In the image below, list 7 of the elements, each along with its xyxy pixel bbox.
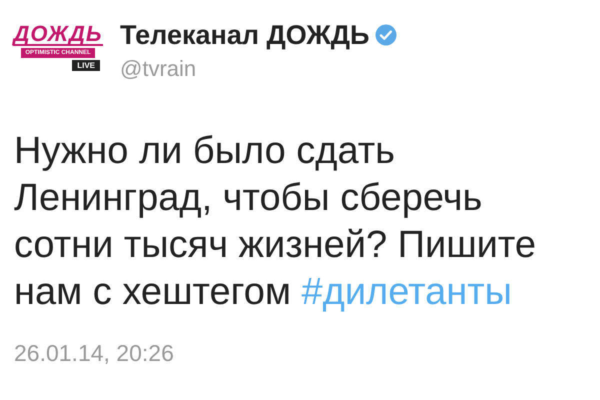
logo-wordmark: ДОЖДЬ: [13, 24, 103, 46]
account-handle[interactable]: @tvrain: [120, 56, 398, 82]
account-name[interactable]: Телеканал ДОЖДЬ: [120, 18, 370, 52]
live-badge: LIVE: [72, 60, 100, 71]
tweet-timestamp: 26.01.14, 20:26: [14, 340, 175, 367]
tweet-text: Нужно ли было сдать Ленинград, чтобы сберечь сотни тысяч жизней? Пишите нам с хештегом #дилетанты: [14, 129, 538, 315]
hashtag-link[interactable]: #дилетанты: [302, 271, 512, 313]
